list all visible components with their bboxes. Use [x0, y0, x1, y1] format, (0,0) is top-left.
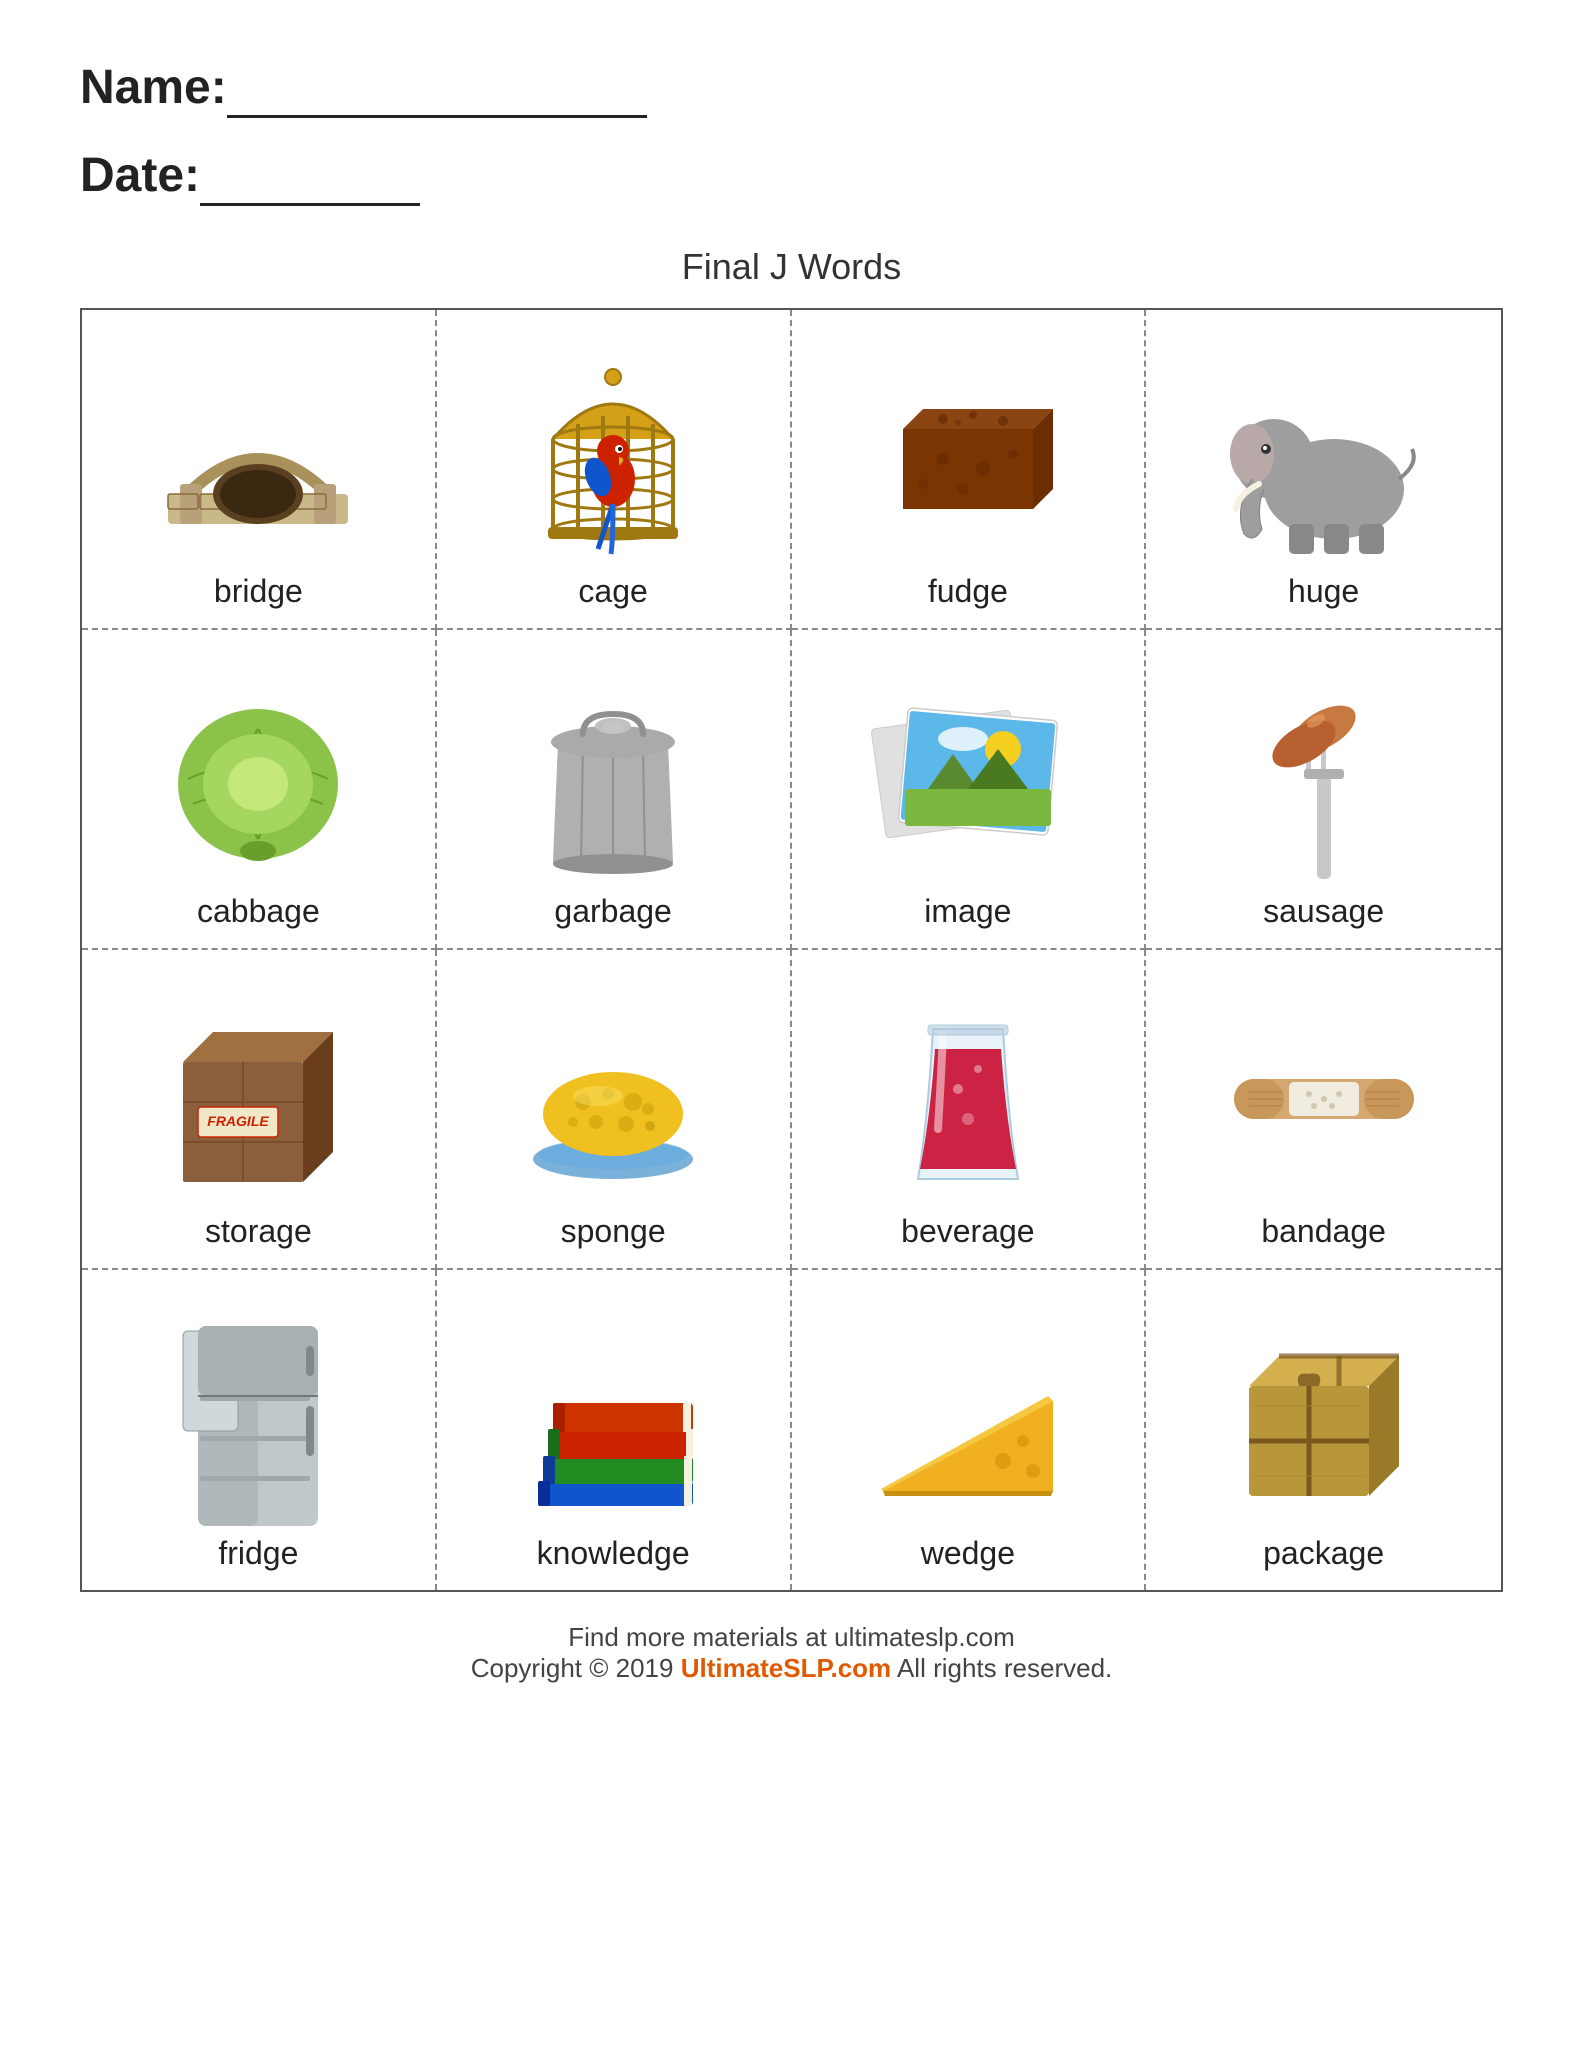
cell-knowledge: knowledge	[437, 1270, 792, 1590]
bandage-label: bandage	[1261, 1213, 1386, 1250]
footer-copyright: Copyright © 2019 UltimateSLP.com All rig…	[80, 1653, 1503, 1684]
cabbage-label: cabbage	[197, 893, 320, 930]
cell-fridge: fridge	[82, 1270, 437, 1590]
cell-wedge: wedge	[792, 1270, 1147, 1590]
cell-storage: FRAGILE storage	[82, 950, 437, 1270]
date-label: Date:	[80, 149, 200, 202]
name-underline	[227, 60, 647, 118]
name-line: Name:	[80, 60, 1503, 118]
cell-cage: cage	[437, 310, 792, 630]
cell-sponge: sponge	[437, 950, 792, 1270]
cell-beverage: beverage	[792, 950, 1147, 1270]
footer-find-more: Find more materials at ultimateslp.com	[80, 1622, 1503, 1653]
bridge-label: bridge	[214, 573, 303, 610]
sausage-label: sausage	[1263, 893, 1384, 930]
huge-label: huge	[1288, 573, 1359, 610]
word-grid: bridge	[80, 308, 1503, 1592]
cell-image: image	[792, 630, 1147, 950]
date-underline	[200, 148, 420, 206]
bridge-image	[158, 359, 358, 559]
cell-huge: huge	[1146, 310, 1501, 630]
date-line: Date:	[80, 148, 1503, 206]
package-image	[1224, 1321, 1424, 1521]
copyright-text: Copyright © 2019	[471, 1653, 681, 1683]
image-image	[868, 679, 1068, 879]
cell-fudge: fudge	[792, 310, 1147, 630]
sponge-image	[513, 999, 713, 1199]
copyright-suffix: All rights reserved.	[891, 1653, 1112, 1683]
garbage-image	[513, 679, 713, 879]
package-label: package	[1263, 1535, 1384, 1572]
cage-image	[513, 359, 713, 559]
cell-package: package	[1146, 1270, 1501, 1590]
wedge-image	[868, 1321, 1068, 1521]
storage-label: storage	[205, 1213, 312, 1250]
fridge-label: fridge	[218, 1535, 298, 1572]
fridge-image	[158, 1321, 358, 1521]
wedge-label: wedge	[921, 1535, 1015, 1572]
cage-label: cage	[578, 573, 647, 610]
knowledge-label: knowledge	[537, 1535, 690, 1572]
beverage-image	[868, 999, 1068, 1199]
cell-sausage: sausage	[1146, 630, 1501, 950]
knowledge-image	[513, 1321, 713, 1521]
beverage-label: beverage	[901, 1213, 1034, 1250]
huge-image	[1224, 359, 1424, 559]
sausage-image	[1224, 679, 1424, 879]
cabbage-image	[158, 679, 358, 879]
worksheet-title: Final J Words	[80, 246, 1503, 288]
sponge-label: sponge	[561, 1213, 666, 1250]
image-label: image	[924, 893, 1011, 930]
copyright-link: UltimateSLP.com	[681, 1653, 891, 1683]
fudge-label: fudge	[928, 573, 1008, 610]
cell-bridge: bridge	[82, 310, 437, 630]
bandage-image	[1224, 999, 1424, 1199]
name-label: Name:	[80, 61, 227, 114]
storage-image: FRAGILE	[158, 999, 358, 1199]
cell-garbage: garbage	[437, 630, 792, 950]
cell-cabbage: cabbage	[82, 630, 437, 950]
header-section: Name: Date:	[80, 60, 1503, 206]
cell-bandage: bandage	[1146, 950, 1501, 1270]
svg-text:FRAGILE: FRAGILE	[208, 1113, 270, 1129]
footer: Find more materials at ultimateslp.com C…	[80, 1622, 1503, 1684]
fudge-image	[868, 359, 1068, 559]
garbage-label: garbage	[554, 893, 671, 930]
